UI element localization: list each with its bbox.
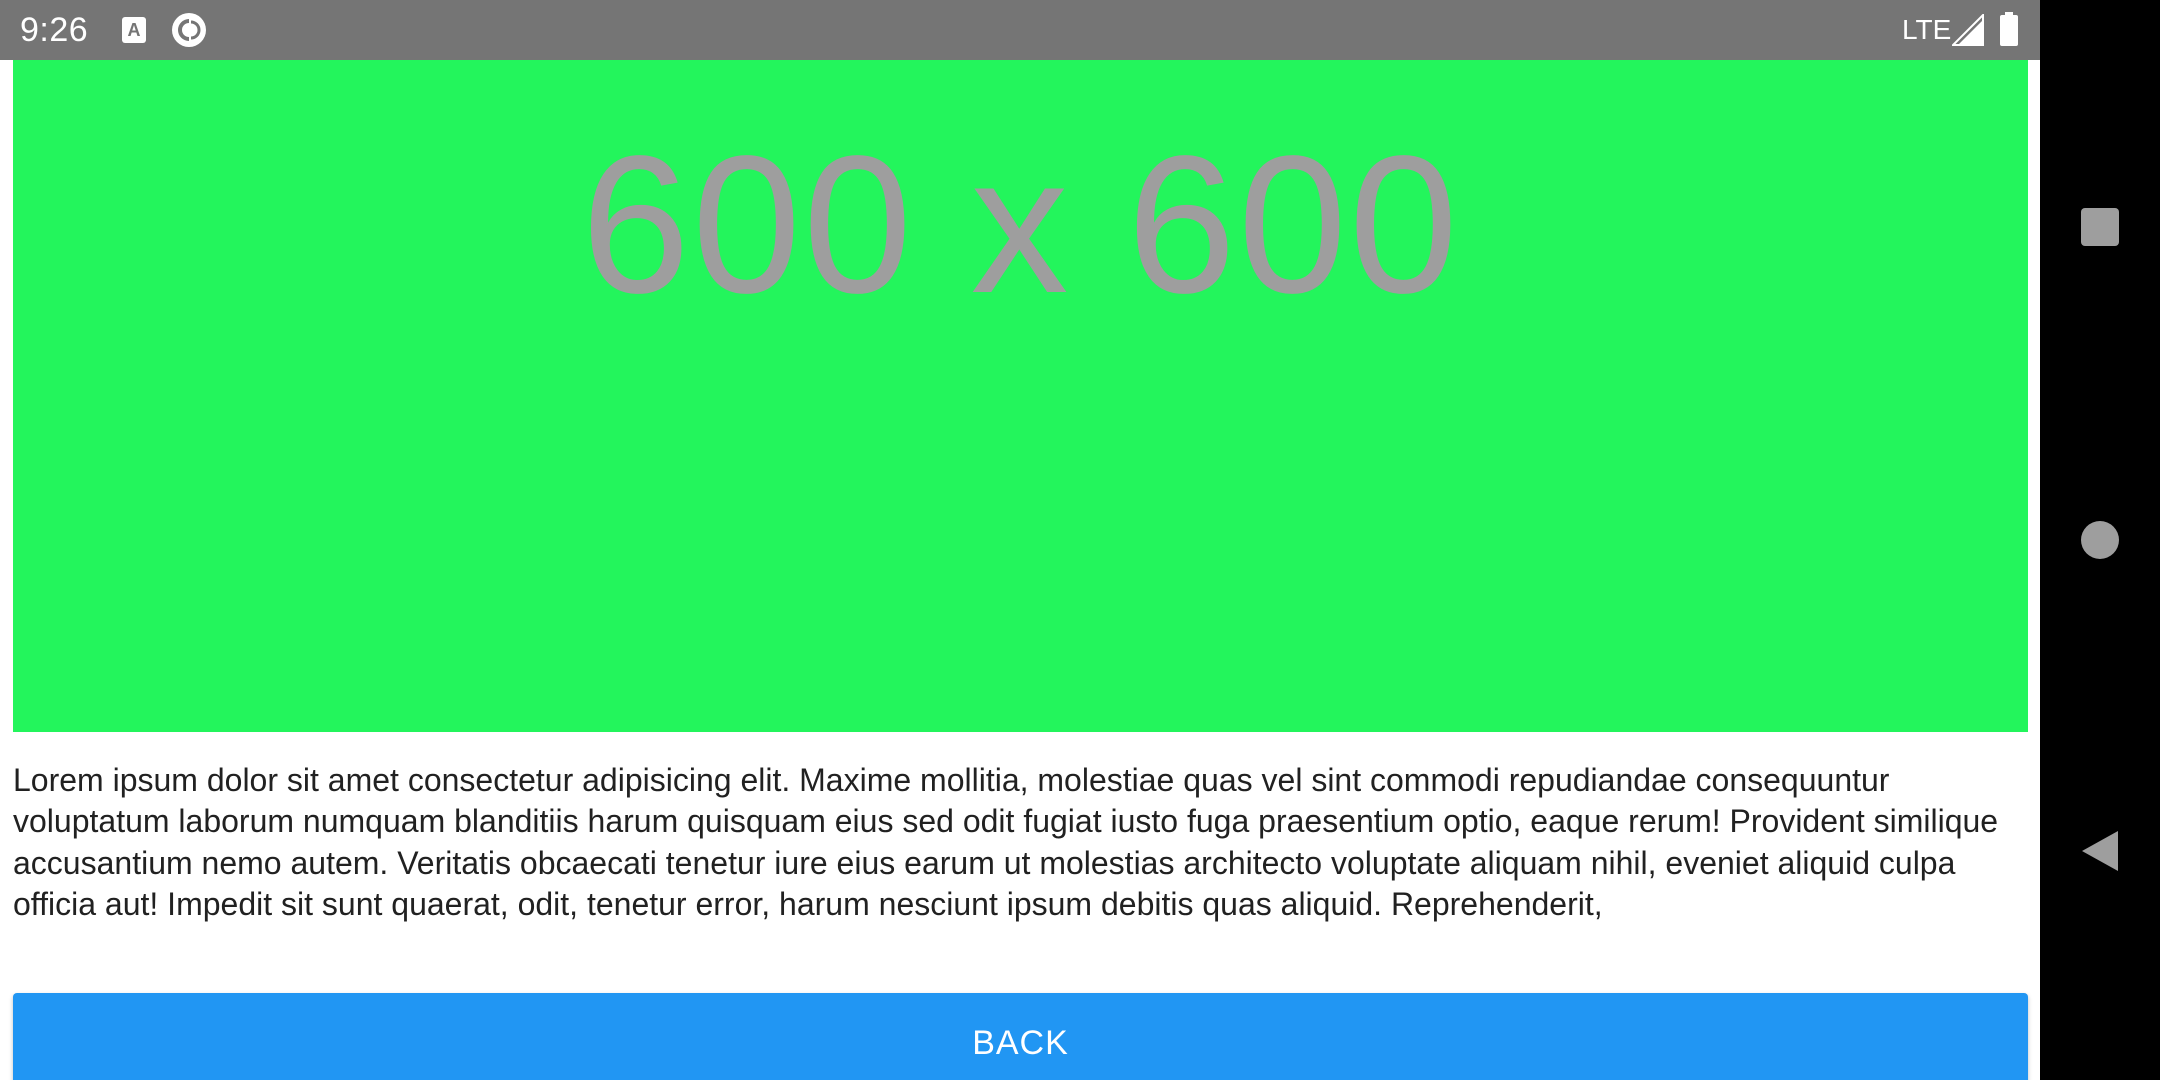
description-text: Lorem ipsum dolor sit amet consectetur a…	[13, 762, 1999, 922]
font-a-icon: A	[122, 17, 146, 43]
status-time: 9:26	[20, 11, 89, 49]
battery-icon	[2000, 12, 2018, 46]
back-button[interactable]: BACK	[13, 993, 2028, 1080]
placeholder-image: 600 x 600	[13, 60, 2028, 732]
status-bar: 9:26 A LTE	[0, 0, 2040, 60]
main-content: 600 x 600 Lorem ipsum dolor sit amet con…	[0, 60, 2040, 1080]
signal-icon	[1950, 12, 1984, 46]
home-icon[interactable]	[2081, 521, 2119, 559]
recent-apps-icon[interactable]	[2081, 208, 2119, 246]
placeholder-dimensions-text: 600 x 600	[581, 115, 1460, 334]
network-type: LTE	[1902, 14, 1952, 45]
navigation-bar	[2040, 0, 2160, 1080]
screen: 9:26 A LTE 600 x 600 Lorem ipsum dolor s…	[0, 0, 2160, 1080]
pocket-casts-icon	[171, 12, 207, 48]
back-nav-icon[interactable]	[2080, 829, 2120, 873]
